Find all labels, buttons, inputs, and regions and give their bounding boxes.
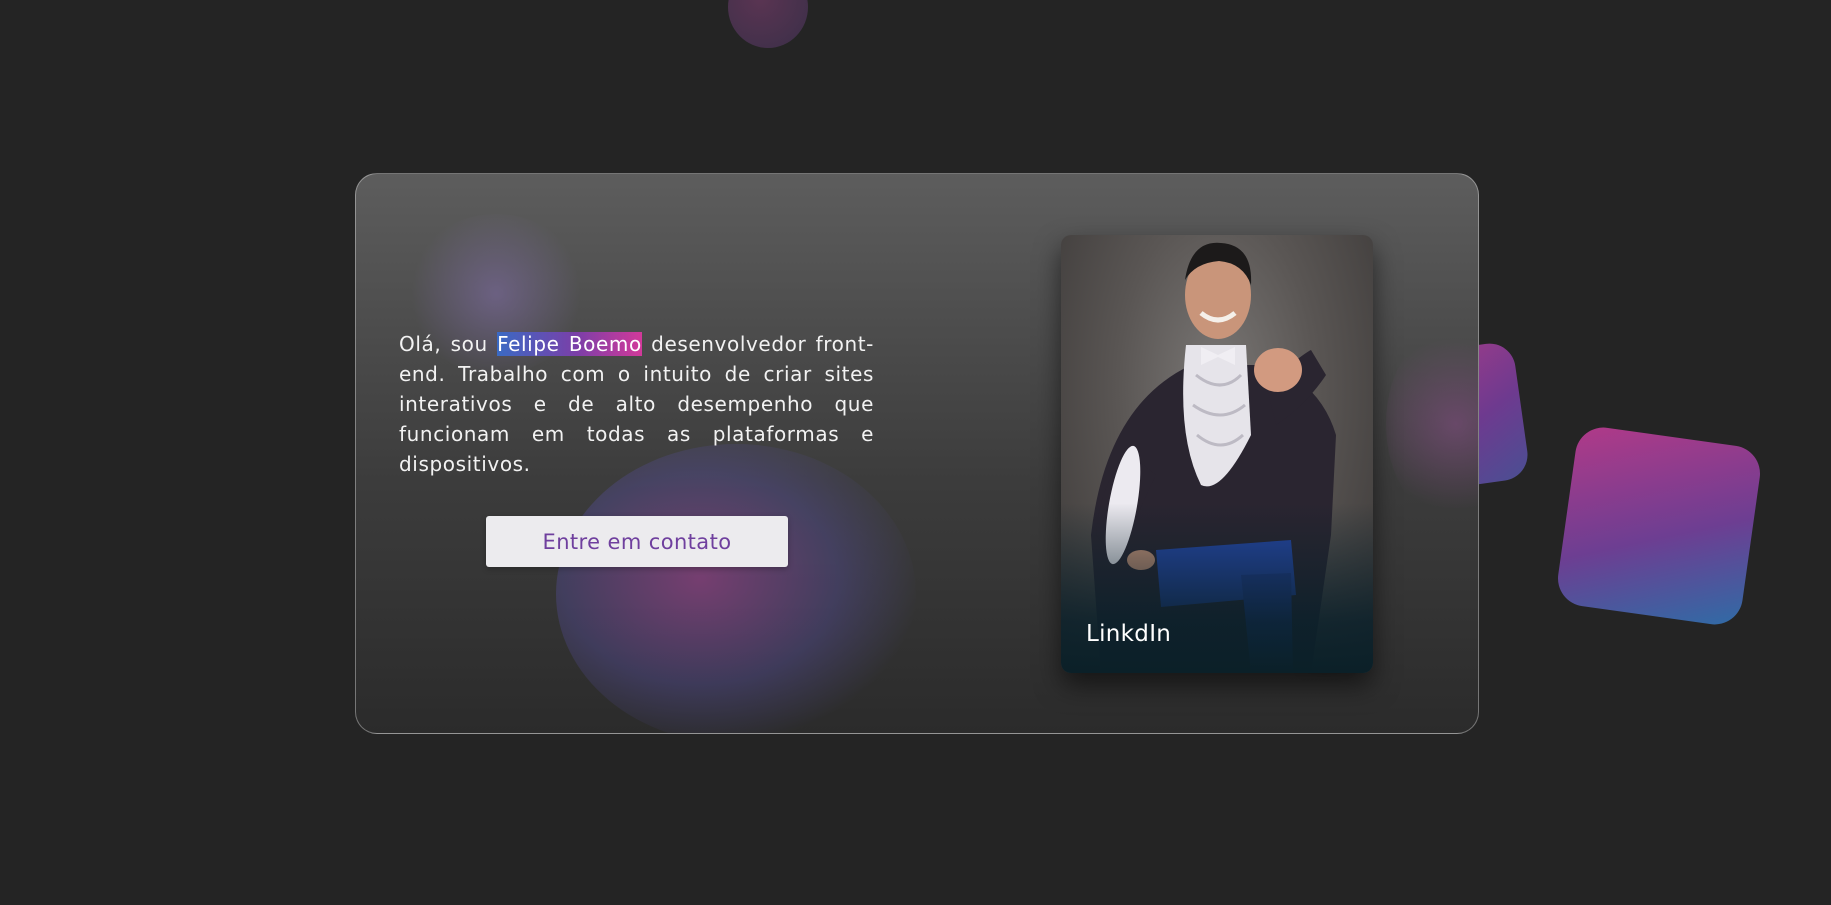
decorative-square bbox=[1554, 423, 1764, 629]
intro-prefix: Olá, sou bbox=[399, 332, 498, 356]
name-highlight: Felipe Boemo bbox=[497, 332, 642, 356]
card-glow bbox=[556, 444, 916, 733]
page: Olá, sou Felipe Boemo desenvolvedor fron… bbox=[0, 0, 1831, 905]
linkedin-card[interactable]: LinkdIn bbox=[1061, 235, 1373, 673]
decorative-blob bbox=[728, 0, 808, 48]
intro-text: Olá, sou Felipe Boemo desenvolvedor fron… bbox=[399, 329, 874, 479]
photo-gradient bbox=[1061, 503, 1373, 673]
linkedin-label[interactable]: LinkdIn bbox=[1086, 621, 1171, 647]
card-glow bbox=[1386, 324, 1478, 524]
hero-card: Olá, sou Felipe Boemo desenvolvedor fron… bbox=[355, 173, 1479, 734]
contact-button[interactable]: Entre em contato bbox=[486, 516, 788, 567]
